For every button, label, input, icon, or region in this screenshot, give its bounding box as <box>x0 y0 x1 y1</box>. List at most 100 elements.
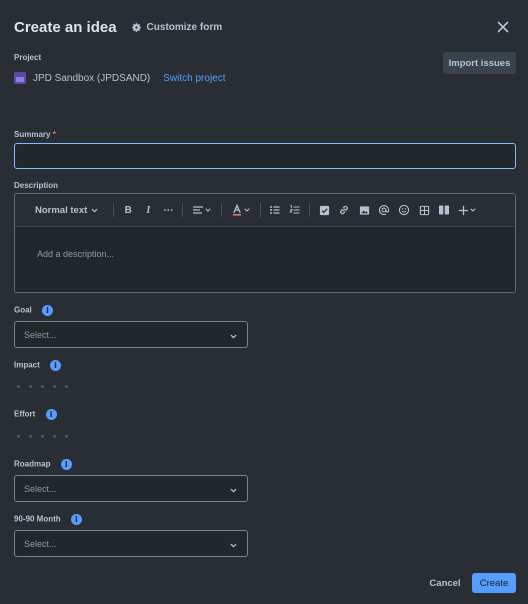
effort-rating-dot[interactable] <box>65 435 68 438</box>
description-editor: Normal text B I ⋯ Add a description... <box>14 193 516 293</box>
required-asterisk: * <box>52 130 56 139</box>
text-style-dropdown[interactable]: Normal text <box>25 200 109 220</box>
impact-rating-dot[interactable] <box>41 385 44 388</box>
toolbar-divider <box>182 203 184 217</box>
toolbar-divider <box>221 203 223 217</box>
chevron-down-icon <box>230 488 237 493</box>
align-left-icon <box>193 206 204 214</box>
image-button[interactable] <box>354 200 374 220</box>
effort-label: Effort i <box>14 409 57 420</box>
summary-label: Summary * <box>14 130 56 139</box>
checkbox-icon <box>319 205 329 215</box>
numbered-list-icon <box>289 204 300 214</box>
roadmap-label-text: Roadmap <box>14 459 51 469</box>
create-idea-dialog: Create an idea Customize form Project JP… <box>0 0 528 604</box>
impact-label: Impact i <box>14 360 62 371</box>
impact-rating-dot[interactable] <box>53 385 56 388</box>
month-label: 90-90 Month i <box>14 514 82 525</box>
info-icon[interactable]: i <box>42 305 54 316</box>
roadmap-label: Roadmap i <box>14 459 72 470</box>
more-formatting-button[interactable]: ⋯ <box>158 200 178 220</box>
effort-rating-dot[interactable] <box>41 435 44 438</box>
table-button[interactable] <box>414 200 434 220</box>
project-name: JPD Sandbox (JPDSAND) <box>33 72 151 84</box>
info-icon[interactable]: i <box>60 459 72 470</box>
summary-input[interactable] <box>14 143 516 169</box>
effort-rating-dot[interactable] <box>17 435 20 438</box>
goal-label-text: Goal <box>14 305 32 315</box>
dialog-title: Create an idea <box>14 18 117 36</box>
action-item-button[interactable] <box>314 200 334 220</box>
bullet-list-button[interactable] <box>265 200 285 220</box>
cancel-button[interactable]: Cancel <box>425 573 465 593</box>
switch-project-link[interactable]: Switch project <box>163 73 225 84</box>
alignment-dropdown[interactable] <box>187 200 217 220</box>
project-label: Project <box>14 53 42 62</box>
summary-label-text: Summary <box>14 130 51 139</box>
goal-label: Goal i <box>14 305 54 316</box>
impact-rating-dot[interactable] <box>65 385 68 388</box>
goal-select[interactable]: Select... <box>14 321 248 348</box>
description-text-area[interactable]: Add a description... <box>15 227 515 281</box>
roadmap-select[interactable]: Select... <box>14 475 248 502</box>
plus-icon <box>458 205 469 215</box>
goal-select-placeholder: Select... <box>24 329 57 340</box>
chevron-down-icon <box>230 543 237 548</box>
impact-rating-dot[interactable] <box>29 385 32 388</box>
roadmap-select-placeholder: Select... <box>24 483 57 494</box>
description-label: Description <box>14 181 59 190</box>
mention-icon <box>379 205 390 216</box>
month-label-text: 90-90 Month <box>14 514 61 524</box>
chevron-down-icon <box>470 208 476 212</box>
editor-toolbar: Normal text B I ⋯ <box>15 194 515 227</box>
table-icon <box>419 205 429 215</box>
toolbar-divider <box>260 203 262 217</box>
effort-rating <box>17 435 68 438</box>
import-issues-button[interactable]: Import issues <box>443 52 516 74</box>
insert-more-dropdown[interactable] <box>454 200 480 220</box>
gear-icon <box>131 22 141 32</box>
create-button[interactable]: Create <box>472 573 516 593</box>
chevron-down-icon <box>205 208 211 212</box>
text-color-icon <box>233 204 242 216</box>
chevron-down-icon <box>230 334 237 339</box>
month-select-placeholder: Select... <box>24 538 57 549</box>
chevron-down-icon <box>244 208 250 212</box>
layout-button[interactable] <box>434 200 454 220</box>
info-icon[interactable]: i <box>50 360 62 371</box>
bold-button[interactable]: B <box>118 200 138 220</box>
image-icon <box>359 205 369 215</box>
info-icon[interactable]: i <box>70 514 82 525</box>
close-icon <box>497 21 509 33</box>
emoji-icon <box>399 204 410 216</box>
bullet-list-icon <box>270 206 280 214</box>
impact-rating <box>17 385 68 388</box>
effort-label-text: Effort <box>14 409 36 419</box>
project-avatar-icon <box>14 72 26 84</box>
layout-icon <box>439 205 450 215</box>
customize-form-label: Customize form <box>146 21 223 33</box>
effort-rating-dot[interactable] <box>29 435 32 438</box>
link-icon <box>340 205 349 215</box>
bold-icon: B <box>124 204 132 216</box>
toolbar-divider <box>113 203 115 217</box>
close-button[interactable] <box>495 19 511 35</box>
description-placeholder: Add a description... <box>37 249 115 259</box>
effort-rating-dot[interactable] <box>53 435 56 438</box>
text-style-label: Normal text <box>35 204 88 216</box>
numbered-list-button[interactable] <box>285 200 305 220</box>
dialog-header: Create an idea Customize form <box>14 17 514 37</box>
link-button[interactable] <box>334 200 354 220</box>
impact-rating-dot[interactable] <box>17 385 20 388</box>
text-color-dropdown[interactable] <box>226 200 256 220</box>
italic-button[interactable]: I <box>138 200 158 220</box>
info-icon[interactable]: i <box>45 409 57 420</box>
toolbar-divider <box>309 203 311 217</box>
chevron-down-icon <box>91 208 98 212</box>
project-row: JPD Sandbox (JPDSAND) Switch project <box>14 72 226 84</box>
italic-icon: I <box>146 204 151 216</box>
month-select[interactable]: Select... <box>14 530 248 557</box>
customize-form-button[interactable]: Customize form <box>131 21 223 33</box>
emoji-button[interactable] <box>394 200 414 220</box>
mention-button[interactable] <box>374 200 394 220</box>
